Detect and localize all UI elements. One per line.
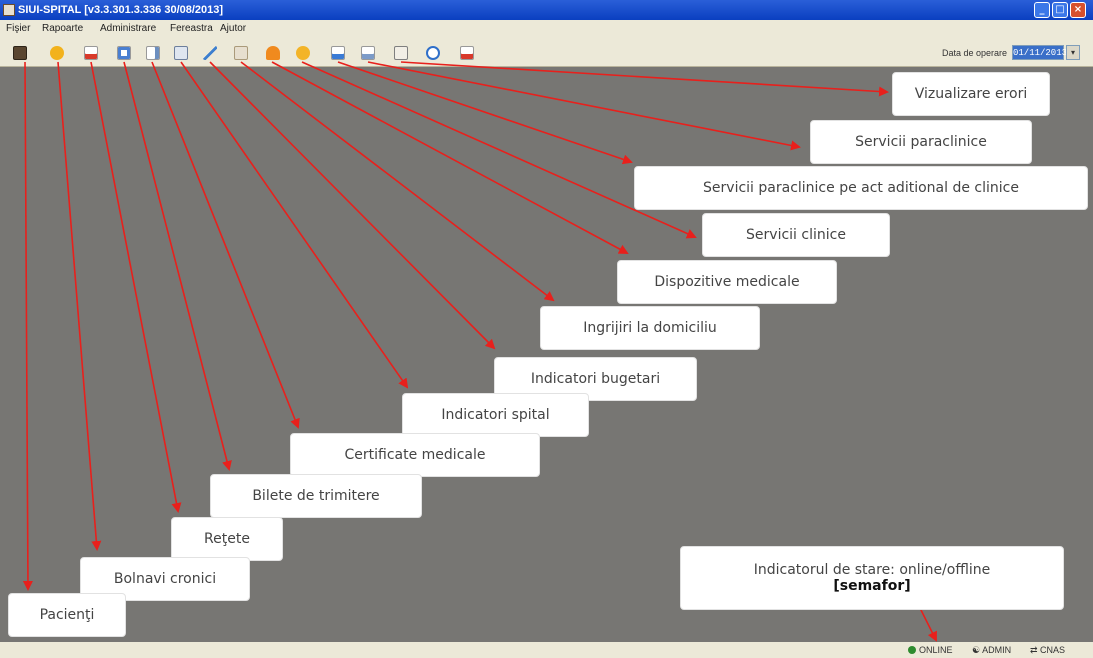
online-status-label: ONLINE xyxy=(919,645,953,655)
arrow-servicii-paraclinice xyxy=(367,61,801,151)
callout-vizualizare-erori: Vizualizare erori xyxy=(892,72,1050,116)
callout-servicii-clinice: Servicii clinice xyxy=(702,213,890,257)
callout-servicii-paraclinice: Servicii paraclinice xyxy=(810,120,1032,164)
callout-bilete-trimitere: Bilete de trimitere xyxy=(210,474,422,518)
org-status: ⇄ CNAS xyxy=(1030,645,1066,655)
callout-pacienti: Pacienţi xyxy=(8,593,126,637)
arrow-dispozitive-medicale xyxy=(271,61,629,254)
arrow-ingrijiri-domiciliu xyxy=(240,61,555,302)
arrow-retete xyxy=(90,61,182,513)
callout-indicator-stare: Indicatorul de stare: online/offline [se… xyxy=(680,546,1064,610)
arrow-servicii-paraclinice-act xyxy=(337,61,633,165)
arrow-indicatori-spital xyxy=(180,61,409,389)
arrow-bolnavi-cronici xyxy=(57,61,102,551)
callout-retete: Reţete xyxy=(171,517,283,561)
callout-indicatori-spital: Indicatori spital xyxy=(402,393,589,437)
status-bar: ONLINE ☯ ADMIN ⇄ CNAS xyxy=(0,642,1093,658)
callout-ingrijiri-domiciliu: Ingrijiri la domiciliu xyxy=(540,306,760,350)
user-status-label: ADMIN xyxy=(982,645,1012,655)
arrow-vizualizare-erori xyxy=(400,61,889,97)
user-status: ☯ ADMIN xyxy=(972,645,1012,655)
callout-servicii-paraclinice-act-aditional: Servicii paraclinice pe act aditional de… xyxy=(634,166,1088,210)
org-status-label: CNAS xyxy=(1040,645,1066,655)
arrow-indicator-stare xyxy=(919,607,937,642)
online-status-icon xyxy=(908,646,916,654)
callout-indicator-stare-text: Indicatorul de stare: online/offline xyxy=(753,562,991,578)
callout-certificate-medicale: Certificate medicale xyxy=(290,433,540,477)
online-status: ONLINE xyxy=(908,645,953,655)
callout-dispozitive-medicale: Dispozitive medicale xyxy=(617,260,837,304)
arrow-pacienti xyxy=(22,61,33,591)
callout-semafor-text: [semafor] xyxy=(833,578,911,594)
arrow-certificate-medicale xyxy=(151,61,300,429)
